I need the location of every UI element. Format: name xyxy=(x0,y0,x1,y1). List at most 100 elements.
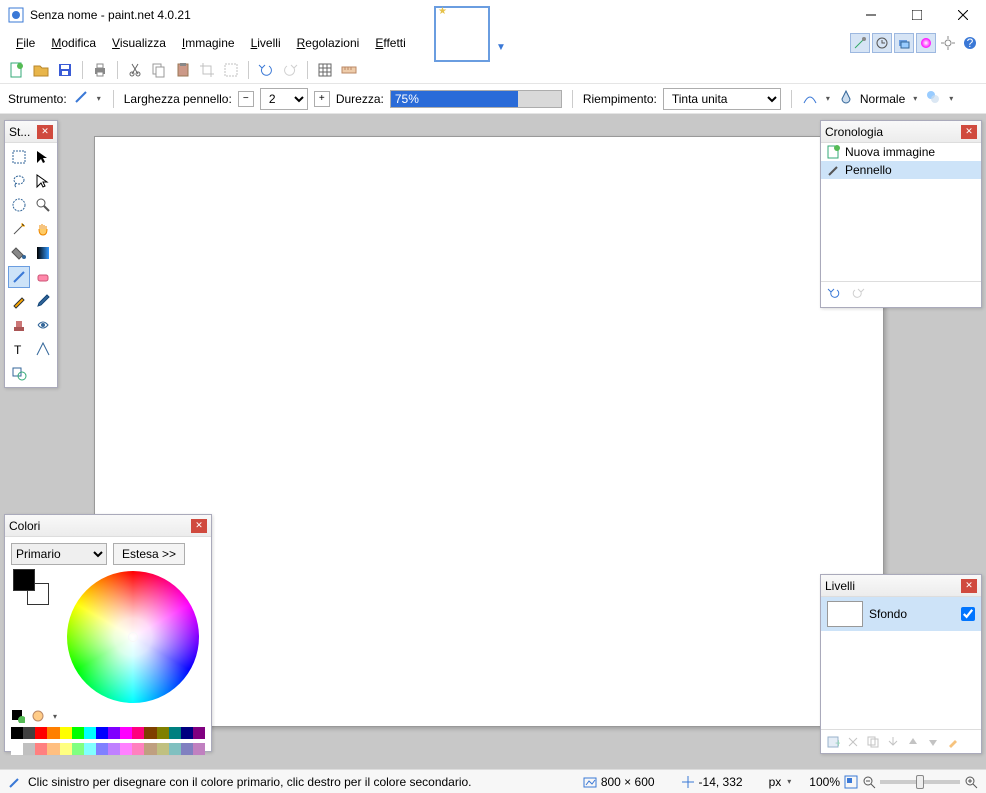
color-which-select[interactable]: Primario xyxy=(11,543,107,565)
undo-icon[interactable] xyxy=(257,61,275,79)
zoom-out-icon[interactable] xyxy=(862,775,876,789)
menu-view[interactable]: Visualizza xyxy=(104,34,174,52)
palette-swatch[interactable] xyxy=(169,743,181,755)
palette-swatch[interactable] xyxy=(132,727,144,739)
palette-swatch[interactable] xyxy=(108,727,120,739)
palette-swatch[interactable] xyxy=(132,743,144,755)
cut-icon[interactable] xyxy=(126,61,144,79)
layer-up-icon[interactable] xyxy=(905,734,921,750)
antialias-icon[interactable] xyxy=(802,89,818,108)
new-icon[interactable] xyxy=(8,61,26,79)
ruler-icon[interactable] xyxy=(340,61,358,79)
layer-merge-icon[interactable] xyxy=(885,734,901,750)
line-tool[interactable] xyxy=(32,338,54,360)
palette-swatch[interactable] xyxy=(120,727,132,739)
width-minus-button[interactable]: − xyxy=(238,91,254,107)
pencil-tool[interactable] xyxy=(8,290,30,312)
layers-panel-header[interactable]: Livelli ✕ xyxy=(821,575,981,597)
brush-width-input[interactable]: 2 xyxy=(260,88,308,110)
document-thumbnail[interactable]: ★ xyxy=(434,6,490,62)
zoom-window-icon[interactable] xyxy=(844,775,858,789)
layer-props-icon[interactable] xyxy=(945,734,961,750)
settings-icon[interactable] xyxy=(938,33,958,53)
palette-swatch[interactable] xyxy=(144,743,156,755)
layer-delete-icon[interactable] xyxy=(845,734,861,750)
palette-swatch[interactable] xyxy=(108,743,120,755)
layer-duplicate-icon[interactable] xyxy=(865,734,881,750)
doc-list-dropdown-icon[interactable]: ▼ xyxy=(496,42,506,53)
toggle-colors-icon[interactable] xyxy=(916,33,936,53)
unit-dropdown-icon[interactable]: ▾ xyxy=(785,777,793,786)
maximize-button[interactable] xyxy=(894,0,940,30)
canvas[interactable] xyxy=(94,136,884,727)
colors-panel-header[interactable]: Colori ✕ xyxy=(5,515,211,537)
palette-swatch[interactable] xyxy=(23,727,35,739)
print-icon[interactable] xyxy=(91,61,109,79)
palette-swatch[interactable] xyxy=(84,743,96,755)
zoom-value[interactable]: 100% xyxy=(809,775,840,789)
history-close-icon[interactable]: ✕ xyxy=(961,125,977,139)
menu-layers[interactable]: Livelli xyxy=(243,34,289,52)
palette-manage-icon[interactable] xyxy=(31,709,45,723)
palette-swatch[interactable] xyxy=(169,727,181,739)
history-item[interactable]: Nuova immagine xyxy=(821,143,981,161)
brush-tool[interactable] xyxy=(8,266,30,288)
menu-effects[interactable]: Effetti xyxy=(367,34,413,52)
primary-color-swatch[interactable] xyxy=(13,569,35,591)
blend-icon[interactable] xyxy=(838,89,854,108)
palette-dropdown-icon[interactable]: ▾ xyxy=(51,712,59,721)
colors-close-icon[interactable]: ✕ xyxy=(191,519,207,533)
toggle-tools-icon[interactable] xyxy=(850,33,870,53)
palette-swatch[interactable] xyxy=(157,743,169,755)
paste-icon[interactable] xyxy=(174,61,192,79)
crop-icon[interactable] xyxy=(198,61,216,79)
palette-swatch[interactable] xyxy=(144,727,156,739)
tool-dropdown-icon[interactable]: ▾ xyxy=(95,94,103,103)
color-expand-button[interactable]: Estesa >> xyxy=(113,543,185,565)
minimize-button[interactable] xyxy=(848,0,894,30)
clone-tool[interactable] xyxy=(8,314,30,336)
palette-swatch[interactable] xyxy=(23,743,35,755)
history-item[interactable]: Pennello xyxy=(821,161,981,179)
palette-swatch[interactable] xyxy=(193,743,205,755)
palette-swatch[interactable] xyxy=(47,727,59,739)
toggle-history-icon[interactable] xyxy=(872,33,892,53)
shapes-tool[interactable] xyxy=(8,362,30,384)
tools-close-icon[interactable]: ✕ xyxy=(37,125,53,139)
toggle-layers-icon[interactable] xyxy=(894,33,914,53)
tools-panel-header[interactable]: St... ✕ xyxy=(5,121,57,143)
zoom-in-icon[interactable] xyxy=(964,775,978,789)
menu-image[interactable]: Immagine xyxy=(174,34,243,52)
layers-close-icon[interactable]: ✕ xyxy=(961,579,977,593)
palette-swatch[interactable] xyxy=(72,727,84,739)
blend-dropdown-icon[interactable]: ▾ xyxy=(911,94,919,103)
blend-mode-label[interactable]: Normale xyxy=(860,92,905,106)
fill-tool[interactable] xyxy=(8,242,30,264)
current-tool-icon[interactable] xyxy=(73,89,89,108)
save-icon[interactable] xyxy=(56,61,74,79)
fill-select[interactable]: Tinta unita xyxy=(663,88,781,110)
palette-swatch[interactable] xyxy=(11,743,23,755)
palette-swatch[interactable] xyxy=(181,743,193,755)
color-wheel[interactable] xyxy=(67,571,199,703)
layer-item[interactable]: Sfondo xyxy=(821,597,981,631)
zoom-tool[interactable] xyxy=(32,194,54,216)
palette-swatch[interactable] xyxy=(157,727,169,739)
close-button[interactable] xyxy=(940,0,986,30)
pan-tool[interactable] xyxy=(32,218,54,240)
palette-swatch[interactable] xyxy=(96,727,108,739)
palette-swatch[interactable] xyxy=(120,743,132,755)
lasso-tool[interactable] xyxy=(8,170,30,192)
menu-adjust[interactable]: Regolazioni xyxy=(289,34,368,52)
color-swatches[interactable] xyxy=(13,569,49,605)
palette-swatch[interactable] xyxy=(181,727,193,739)
palette-swatch[interactable] xyxy=(60,743,72,755)
copy-icon[interactable] xyxy=(150,61,168,79)
palette-swatch[interactable] xyxy=(72,743,84,755)
ellipse-select-tool[interactable] xyxy=(8,194,30,216)
status-unit[interactable]: px xyxy=(769,775,782,789)
open-icon[interactable] xyxy=(32,61,50,79)
recolor-tool[interactable] xyxy=(32,314,54,336)
hardness-slider[interactable]: 75% xyxy=(390,90,562,108)
palette-swatch[interactable] xyxy=(35,727,47,739)
